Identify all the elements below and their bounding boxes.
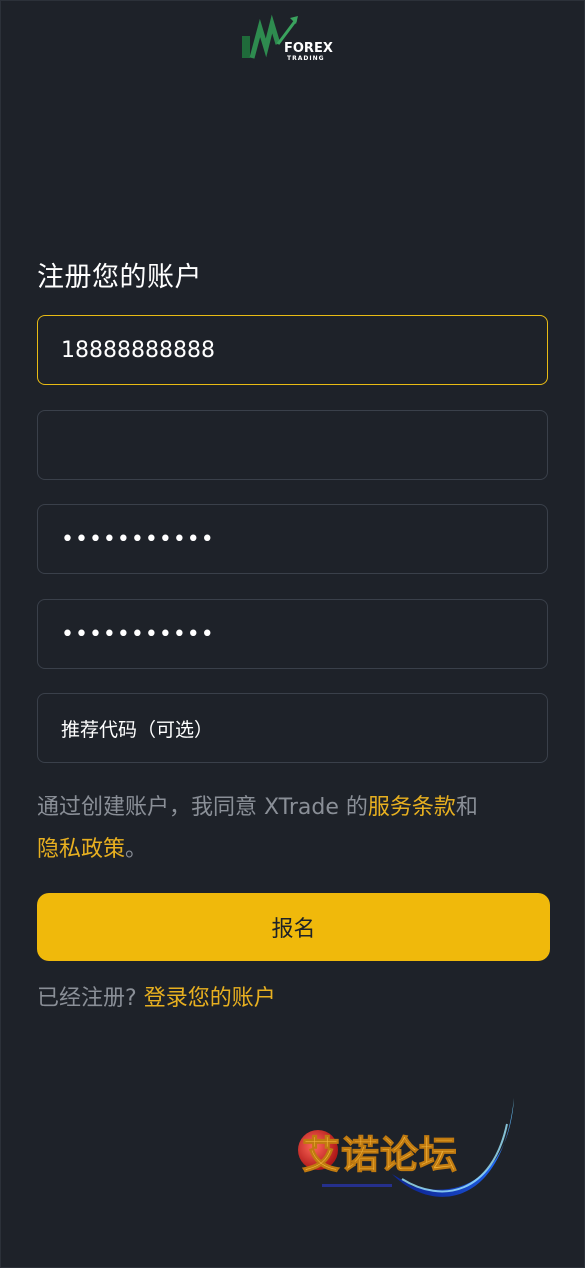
login-prompt: 已经注册? 登录您的账户	[37, 980, 276, 1012]
second-input[interactable]	[37, 410, 548, 480]
confirm-password-mask: •••••••••••	[61, 621, 215, 647]
terms-of-service-link[interactable]: 服务条款	[368, 795, 456, 820]
signup-button[interactable]: 报名	[37, 893, 550, 961]
forex-trading-logo: FOREX TRADING	[240, 14, 340, 62]
svg-text:TRADING: TRADING	[287, 55, 325, 62]
forum-watermark: 艾诺论坛	[292, 1094, 522, 1214]
password-mask: •••••••••••	[61, 526, 215, 552]
phone-input[interactable]: 18888888888	[37, 315, 548, 385]
watermark-text: 艾诺论坛	[301, 1133, 459, 1178]
terms-suffix: 。	[125, 837, 148, 862]
login-prompt-text: 已经注册?	[37, 986, 137, 1011]
confirm-password-input[interactable]: •••••••••••	[37, 599, 548, 669]
svg-text:FOREX: FOREX	[284, 41, 333, 56]
password-input[interactable]: •••••••••••	[37, 504, 548, 574]
privacy-policy-link[interactable]: 隐私政策	[37, 837, 125, 862]
referral-placeholder: 推荐代码（可选）	[61, 718, 214, 741]
terms-agreement-text: 通过创建账户，我同意 XTrade 的服务条款和隐私政策。	[37, 787, 557, 871]
referral-code-input[interactable]: 推荐代码（可选）	[37, 693, 548, 763]
page-title: 注册您的账户	[37, 262, 202, 293]
terms-and: 和	[455, 795, 478, 820]
terms-prefix: 通过创建账户，我同意 XTrade 的	[37, 795, 368, 820]
phone-value: 18888888888	[61, 337, 215, 363]
login-link[interactable]: 登录您的账户	[144, 986, 276, 1011]
